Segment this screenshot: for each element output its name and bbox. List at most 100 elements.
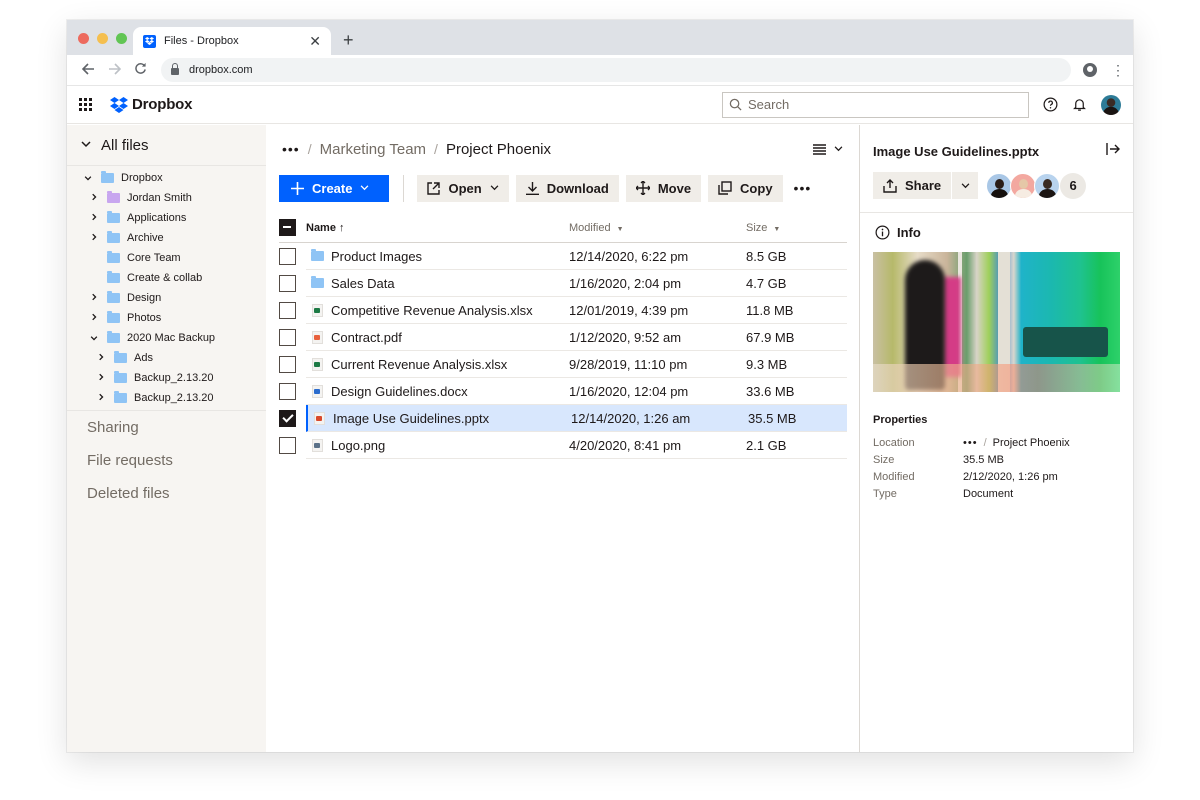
cell-name[interactable]: Product Images [306,249,569,264]
search-input[interactable] [748,97,1008,112]
file-preview-image[interactable] [873,252,1120,392]
properties-title: Properties [873,414,928,426]
tree-item[interactable]: Create & collab [67,268,266,288]
app-grid-icon[interactable] [79,98,92,111]
chevron-right-icon[interactable] [87,313,101,323]
dropbox-logo[interactable]: Dropbox [110,96,192,113]
tree-item[interactable]: Ads [67,348,266,368]
row-checkbox[interactable] [279,275,296,292]
tree-item[interactable]: 2020 Mac Backup [67,328,266,348]
close-tab-icon[interactable]: ✕ [309,33,321,50]
download-button[interactable]: Download [515,174,619,202]
breadcrumb-more-button[interactable]: ••• [282,141,300,157]
more-actions-button[interactable]: ••• [794,180,812,196]
address-bar[interactable]: dropbox.com [161,58,1071,82]
member-avatar[interactable] [986,172,1013,199]
row-checkbox[interactable] [279,302,296,319]
tree-item[interactable]: Design [67,288,266,308]
cell-name[interactable]: Design Guidelines.docx [306,384,569,399]
property-value[interactable]: ••• / Project Phoenix [963,437,1070,449]
new-tab-button[interactable]: + [343,30,354,51]
location-more-button[interactable]: ••• [963,437,978,449]
sidebar-all-files[interactable]: All files [67,125,266,166]
row-checkbox[interactable] [279,410,296,427]
arrow-right-icon[interactable] [101,62,127,79]
help-circle-icon[interactable] [1043,97,1058,112]
member-avatar[interactable] [1010,172,1037,199]
tree-item[interactable]: Backup_2.13.20 [67,368,266,388]
search-box[interactable] [722,91,1029,118]
cell-name[interactable]: Sales Data [306,276,569,291]
sidebar-item-sharing[interactable]: Sharing [67,411,266,444]
chevron-right-icon[interactable] [94,393,108,403]
maximize-window-button[interactable] [116,33,127,44]
shared-members[interactable]: 6 [986,172,1087,199]
sidebar-item-deleted-files[interactable]: Deleted files [67,477,266,510]
share-options-dropdown[interactable] [952,172,979,199]
chevron-right-icon[interactable] [87,233,101,243]
browser-tab-active[interactable]: Files - Dropbox ✕ [133,27,331,55]
cell-name[interactable]: Image Use Guidelines.pptx [308,411,571,426]
row-checkbox[interactable] [279,329,296,346]
view-mode-toggle[interactable] [813,143,843,155]
tree-item-label: Applications [127,212,187,224]
account-circle-icon[interactable] [1083,63,1097,77]
pptx-file-icon [312,411,326,425]
table-row[interactable]: Design Guidelines.docx 1/16/2020, 12:04 p… [279,378,847,405]
tree-item[interactable]: Archive [67,228,266,248]
bell-icon[interactable] [1072,97,1087,112]
arrow-left-icon[interactable] [75,62,101,79]
property-value-text: Project Phoenix [992,436,1070,449]
table-row[interactable]: Product Images 12/14/2020, 6:22 pm 8.5 GB [279,243,847,270]
row-checkbox[interactable] [279,248,296,265]
row-checkbox[interactable] [279,356,296,373]
chevron-right-icon[interactable] [87,293,101,303]
tree-item[interactable]: Applications [67,208,266,228]
close-window-button[interactable] [78,33,89,44]
member-count-badge[interactable]: 6 [1060,172,1087,199]
table-row[interactable]: Current Revenue Analysis.xlsx 9/28/2019, … [279,351,847,378]
table-row[interactable]: Sales Data 1/16/2020, 2:04 pm 4.7 GB [279,270,847,297]
cell-name[interactable]: Logo.png [306,438,569,453]
row-cells: Image Use Guidelines.pptx 12/14/2020, 1:2… [306,405,847,432]
share-button[interactable]: Share [873,172,952,199]
user-avatar[interactable] [1101,94,1121,115]
reload-icon[interactable] [127,62,153,79]
row-checkbox[interactable] [279,437,296,454]
cell-name[interactable]: Current Revenue Analysis.xlsx [306,357,569,372]
chevron-right-icon[interactable] [94,373,108,383]
copy-button[interactable]: Copy [708,174,783,202]
select-all-checkbox[interactable] [279,219,296,236]
row-checkbox[interactable] [279,383,296,400]
column-header-size[interactable]: Size ▼ [746,222,780,234]
chevron-right-icon[interactable] [94,353,108,363]
kebab-menu-icon[interactable]: ⋮ [1111,63,1125,77]
sidebar-item-file-requests[interactable]: File requests [67,444,266,477]
tree-item[interactable]: Backup_2.13.20 [67,388,266,408]
breadcrumb-marketing-team[interactable]: Marketing Team [320,141,426,158]
chevron-right-icon[interactable] [87,193,101,203]
create-button[interactable]: Create [279,174,390,202]
properties-list: Location ••• / Project Phoenix Size 35.5 MB Mo… [873,434,1120,502]
column-header-name[interactable]: Name ↑ [279,219,569,236]
column-header-modified[interactable]: Modified ▼ [569,222,746,234]
tree-item[interactable]: Jordan Smith [67,188,266,208]
cell-name[interactable]: Contract.pdf [306,330,569,345]
cell-name[interactable]: Competitive Revenue Analysis.xlsx [306,303,569,318]
chevron-down-icon[interactable] [81,173,95,183]
table-row[interactable]: Contract.pdf 1/12/2020, 9:52 am 67.9 MB [279,324,847,351]
minimize-window-button[interactable] [97,33,108,44]
table-row[interactable]: Image Use Guidelines.pptx 12/14/2020, 1:2… [279,405,847,432]
open-button[interactable]: Open [417,174,509,202]
tree-item-label: Dropbox [121,172,163,184]
move-button[interactable]: Move [625,174,702,202]
chevron-down-icon[interactable] [87,333,101,343]
tree-item[interactable]: Core Team [67,248,266,268]
table-row[interactable]: Competitive Revenue Analysis.xlsx 12/01/2… [279,297,847,324]
table-row[interactable]: Logo.png 4/20/2020, 8:41 pm 2.1 GB [279,432,847,459]
member-avatar[interactable] [1034,172,1061,199]
collapse-right-icon[interactable] [1106,142,1120,160]
tree-item[interactable]: Dropbox [67,168,266,188]
chevron-right-icon[interactable] [87,213,101,223]
tree-item[interactable]: Photos [67,308,266,328]
